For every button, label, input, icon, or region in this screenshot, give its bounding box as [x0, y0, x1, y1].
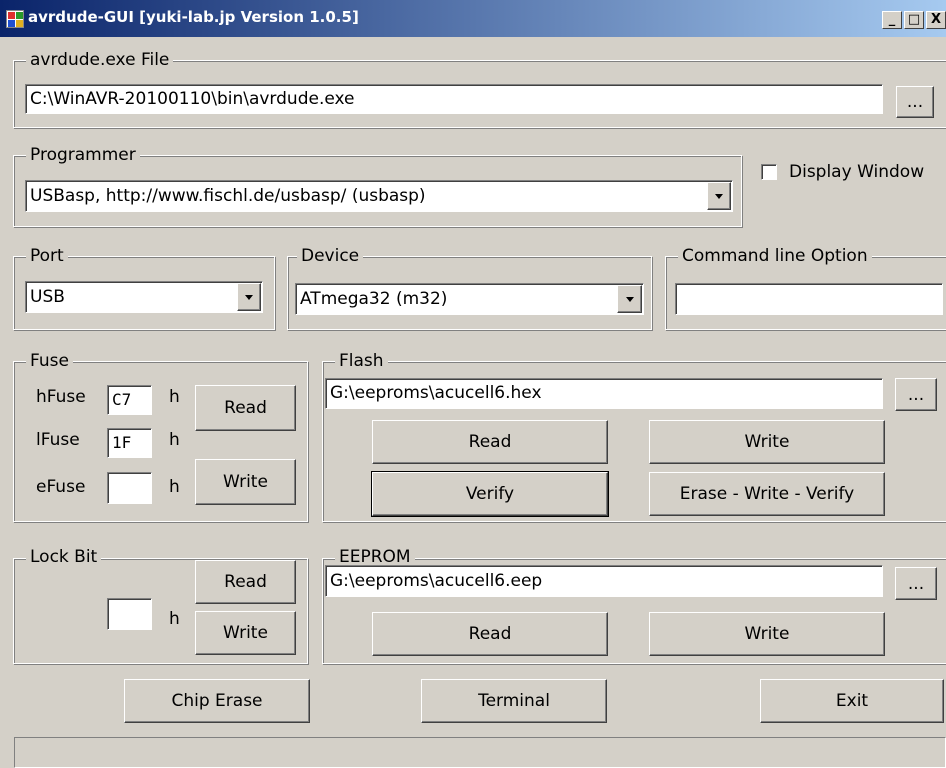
flash-erase-write-verify-button[interactable]: Erase - Write - Verify — [649, 472, 885, 516]
lfuse-input[interactable]: 1F — [107, 428, 152, 458]
flash-path-field[interactable]: G:\eeproms\acucell6.hex — [325, 378, 883, 409]
hfuse-hex-suffix: h — [169, 387, 180, 407]
lock-bit-hex-suffix: h — [169, 609, 180, 629]
display-window-label[interactable]: Display Window — [789, 162, 924, 182]
efuse-hex-suffix: h — [169, 477, 180, 497]
efuse-input[interactable] — [107, 472, 152, 504]
flash-browse-button[interactable]: ... — [895, 378, 937, 411]
lfuse-label: lFuse — [36, 430, 80, 450]
lock-bit-legend: Lock Bit — [26, 546, 102, 568]
avrdude-path-field[interactable]: C:\WinAVR-20100110\bin\avrdude.exe — [25, 84, 883, 114]
maximize-button[interactable]: □ — [904, 11, 924, 29]
programmer-select[interactable]: USBasp, http://www.fischl.de/usbasp/ (us… — [25, 180, 733, 212]
exit-button[interactable]: Exit — [760, 679, 944, 723]
efuse-label: eFuse — [36, 477, 86, 497]
hfuse-input[interactable]: C7 — [107, 385, 152, 415]
flash-write-button[interactable]: Write — [649, 420, 885, 464]
title-bar[interactable]: avrdude-GUI [yuki-lab.jp Version 1.0.5] … — [0, 0, 946, 37]
flash-verify-button[interactable]: Verify — [371, 471, 609, 517]
fuse-write-button[interactable]: Write — [195, 459, 296, 505]
avrdude-file-legend: avrdude.exe File — [26, 49, 174, 71]
command-line-legend: Command line Option — [678, 245, 872, 267]
fuse-read-button[interactable]: Read — [195, 385, 296, 431]
eeprom-browse-button[interactable]: ... — [895, 567, 937, 600]
port-dropdown-arrow-icon[interactable] — [237, 283, 261, 311]
hfuse-label: hFuse — [36, 387, 86, 407]
status-bar — [14, 737, 946, 768]
programmer-legend: Programmer — [26, 144, 140, 166]
terminal-button[interactable]: Terminal — [421, 679, 607, 723]
window-title: avrdude-GUI [yuki-lab.jp Version 1.0.5] — [28, 8, 359, 26]
lock-bit-input[interactable] — [107, 598, 152, 630]
flash-read-button[interactable]: Read — [372, 420, 608, 464]
display-window-checkbox[interactable] — [761, 164, 777, 180]
device-select[interactable]: ATmega32 (m32) — [295, 283, 644, 315]
lock-bit-write-button[interactable]: Write — [195, 611, 296, 655]
fuse-legend: Fuse — [26, 350, 73, 372]
device-legend: Device — [297, 245, 364, 267]
eeprom-read-button[interactable]: Read — [372, 612, 608, 656]
lock-bit-read-button[interactable]: Read — [195, 560, 296, 604]
eeprom-write-button[interactable]: Write — [649, 612, 885, 656]
lfuse-hex-suffix: h — [169, 430, 180, 450]
close-button[interactable]: X — [926, 11, 946, 29]
minimize-button[interactable]: _ — [882, 11, 902, 29]
app-icon — [6, 10, 24, 28]
programmer-dropdown-arrow-icon[interactable] — [707, 182, 731, 210]
port-select[interactable]: USB — [25, 281, 263, 313]
avrdude-browse-button[interactable]: ... — [896, 86, 934, 118]
eeprom-path-field[interactable]: G:\eeproms\acucell6.eep — [325, 565, 883, 597]
chip-erase-button[interactable]: Chip Erase — [124, 679, 310, 723]
device-dropdown-arrow-icon[interactable] — [617, 285, 642, 313]
command-line-input[interactable] — [675, 283, 943, 315]
port-legend: Port — [26, 245, 68, 267]
flash-legend: Flash — [335, 350, 388, 372]
